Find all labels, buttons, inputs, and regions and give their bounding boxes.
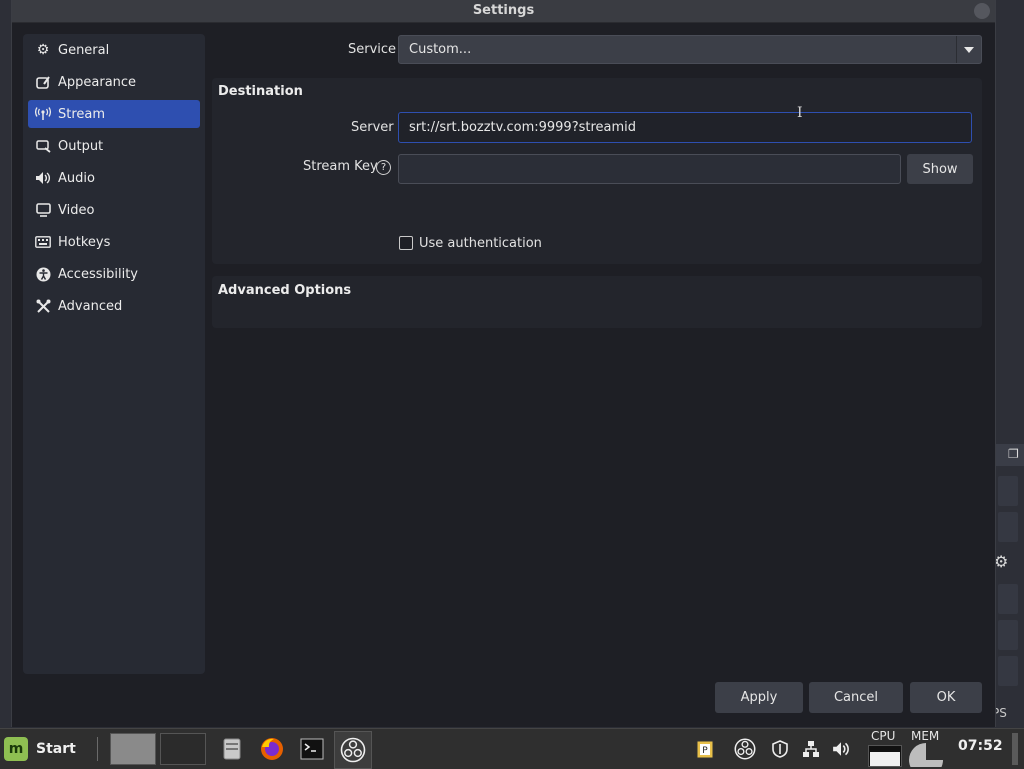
- clock: 07:52: [958, 738, 1003, 754]
- background-app-right-edge: [994, 0, 1024, 728]
- appearance-icon: [35, 74, 51, 90]
- gear-icon: ⚙: [36, 42, 50, 58]
- output-icon: [35, 138, 51, 154]
- network-icon[interactable]: [800, 738, 822, 760]
- clipboard-tray-icon[interactable]: P: [694, 738, 716, 760]
- accessibility-icon: [35, 266, 51, 282]
- help-icon[interactable]: ?: [376, 160, 391, 175]
- sidebar-item-label: General: [58, 42, 110, 58]
- monitor-icon: [35, 202, 51, 218]
- settings-sidebar: ⚙ General Appearance Stream Output Audio…: [23, 34, 205, 674]
- background-button: [998, 512, 1018, 542]
- apply-button[interactable]: Apply: [715, 682, 803, 713]
- taskbar: m Start P CPU MEM 07:52: [0, 728, 1024, 769]
- background-gear-icon: ⚙: [994, 552, 1009, 571]
- text-cursor-icon: I: [797, 105, 803, 121]
- firefox-icon[interactable]: [258, 735, 286, 763]
- file-manager-icon[interactable]: [218, 735, 246, 763]
- show-desktop-button[interactable]: [1012, 733, 1018, 765]
- ok-button[interactable]: OK: [910, 682, 982, 713]
- workspace-2[interactable]: [160, 733, 206, 765]
- sidebar-item-stream[interactable]: Stream: [28, 100, 200, 128]
- window-title: Settings: [472, 3, 535, 18]
- advanced-options-group: Advanced Options: [212, 276, 982, 328]
- cpu-graph: [868, 745, 902, 767]
- service-dropdown[interactable]: Custom...: [398, 35, 982, 64]
- obs-tray-icon[interactable]: [734, 738, 756, 760]
- svg-text:P: P: [702, 746, 708, 756]
- cancel-button[interactable]: Cancel: [809, 682, 903, 713]
- sidebar-item-hotkeys[interactable]: Hotkeys: [28, 228, 200, 256]
- sidebar-item-label: Hotkeys: [58, 234, 111, 250]
- sidebar-item-label: Video: [58, 202, 95, 218]
- sidebar-item-label: Stream: [58, 106, 106, 122]
- background-button: [998, 476, 1018, 506]
- volume-icon[interactable]: [830, 738, 852, 760]
- start-label: Start: [36, 741, 76, 757]
- use-authentication-label[interactable]: Use authentication: [419, 236, 542, 251]
- stream-key-label: Stream Key: [303, 159, 378, 174]
- keyboard-icon: [35, 234, 51, 250]
- sidebar-item-label: Advanced: [58, 298, 123, 314]
- server-input[interactable]: [398, 112, 972, 143]
- destination-title: Destination: [218, 84, 303, 99]
- sidebar-item-accessibility[interactable]: Accessibility: [28, 260, 200, 288]
- sidebar-item-video[interactable]: Video: [28, 196, 200, 224]
- server-label: Server: [351, 120, 394, 135]
- sidebar-item-label: Output: [58, 138, 104, 154]
- taskbar-separator: [97, 737, 98, 761]
- sidebar-item-label: Appearance: [58, 74, 137, 90]
- settings-dialog: Settings ⚙ General Appearance Stream Out…: [11, 0, 996, 727]
- shield-icon[interactable]: [769, 738, 791, 760]
- sidebar-item-output[interactable]: Output: [28, 132, 200, 160]
- dock-float-icon: ❐: [1008, 447, 1019, 461]
- stream-antenna-icon: [35, 106, 51, 122]
- sidebar-item-general[interactable]: ⚙ General: [28, 36, 200, 64]
- workspace-1[interactable]: [110, 733, 156, 765]
- obs-taskbar-icon[interactable]: [334, 731, 372, 769]
- speaker-icon: [35, 170, 51, 186]
- sidebar-item-audio[interactable]: Audio: [28, 164, 200, 192]
- sidebar-item-label: Accessibility: [58, 266, 138, 282]
- background-button: [998, 584, 1018, 614]
- background-button: [998, 620, 1018, 650]
- sidebar-item-appearance[interactable]: Appearance: [28, 68, 200, 96]
- sidebar-item-advanced[interactable]: Advanced: [28, 292, 200, 320]
- show-key-button[interactable]: Show: [907, 154, 973, 184]
- terminal-icon[interactable]: [298, 735, 326, 763]
- advanced-options-title: Advanced Options: [218, 283, 352, 298]
- start-menu-button[interactable]: m Start: [4, 735, 76, 763]
- mem-graph: [907, 741, 943, 767]
- title-bar: Settings: [12, 0, 995, 23]
- service-label: Service: [348, 42, 397, 57]
- window-close-button[interactable]: [974, 3, 990, 19]
- service-dropdown-value: Custom...: [409, 42, 472, 57]
- use-authentication-checkbox[interactable]: [399, 236, 413, 250]
- chevron-down-icon[interactable]: [956, 36, 981, 63]
- sidebar-item-label: Audio: [58, 170, 95, 186]
- cpu-label: CPU: [871, 729, 896, 743]
- tools-icon: [35, 298, 51, 314]
- stream-key-input[interactable]: [398, 154, 901, 184]
- linux-mint-logo-icon: m: [4, 737, 28, 761]
- background-button: [998, 656, 1018, 686]
